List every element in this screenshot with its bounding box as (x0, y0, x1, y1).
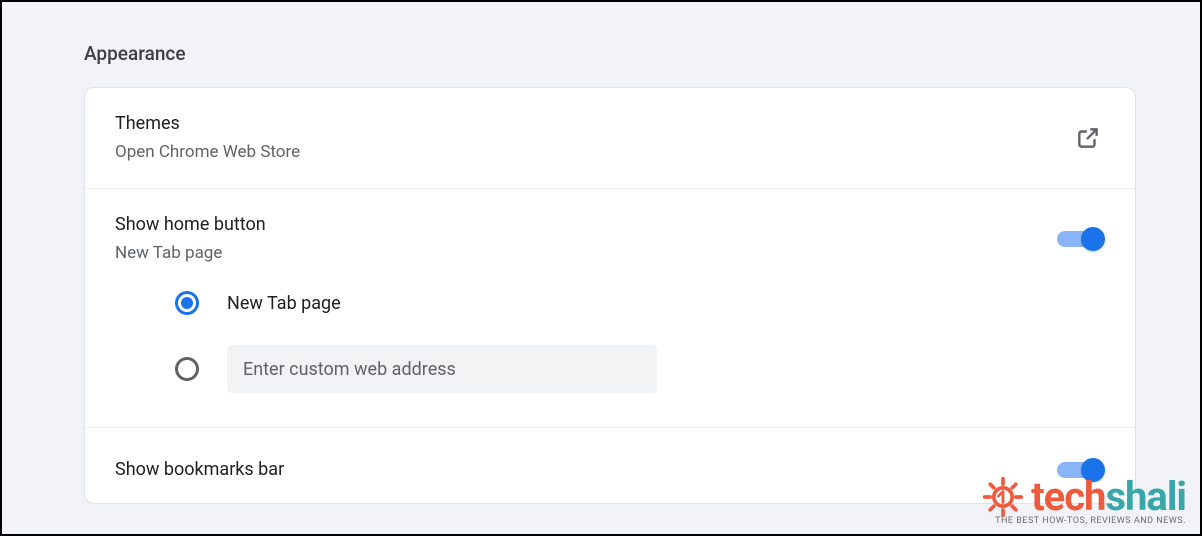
radio-new-tab[interactable] (175, 291, 199, 315)
themes-title: Themes (115, 110, 1075, 137)
themes-text: Themes Open Chrome Web Store (115, 110, 1075, 166)
home-button-text: Show home button New Tab page (115, 211, 1057, 267)
bookmarks-bar-toggle[interactable] (1057, 457, 1105, 483)
themes-subtitle: Open Chrome Web Store (115, 139, 1075, 166)
themes-row[interactable]: Themes Open Chrome Web Store (85, 88, 1135, 189)
show-bookmarks-bar-row: Show bookmarks bar (85, 428, 1135, 503)
home-button-toggle[interactable] (1057, 226, 1105, 252)
radio-new-tab-label: New Tab page (227, 293, 341, 314)
toggle-thumb (1081, 227, 1105, 251)
section-title: Appearance (2, 2, 1200, 87)
home-button-subtitle: New Tab page (115, 240, 1057, 267)
toggle-thumb (1081, 458, 1105, 482)
radio-custom-row[interactable] (175, 345, 1105, 393)
home-button-title: Show home button (115, 211, 1057, 238)
radio-custom[interactable] (175, 357, 199, 381)
bookmarks-text: Show bookmarks bar (115, 456, 1057, 483)
home-button-options: New Tab page (85, 273, 1135, 428)
custom-address-input[interactable] (227, 345, 657, 393)
bookmarks-title: Show bookmarks bar (115, 456, 1057, 483)
external-link-icon (1075, 125, 1101, 151)
show-home-button-row: Show home button New Tab page (85, 189, 1135, 273)
radio-new-tab-row[interactable]: New Tab page (175, 291, 1105, 315)
appearance-card: Themes Open Chrome Web Store Show home b… (84, 87, 1136, 504)
